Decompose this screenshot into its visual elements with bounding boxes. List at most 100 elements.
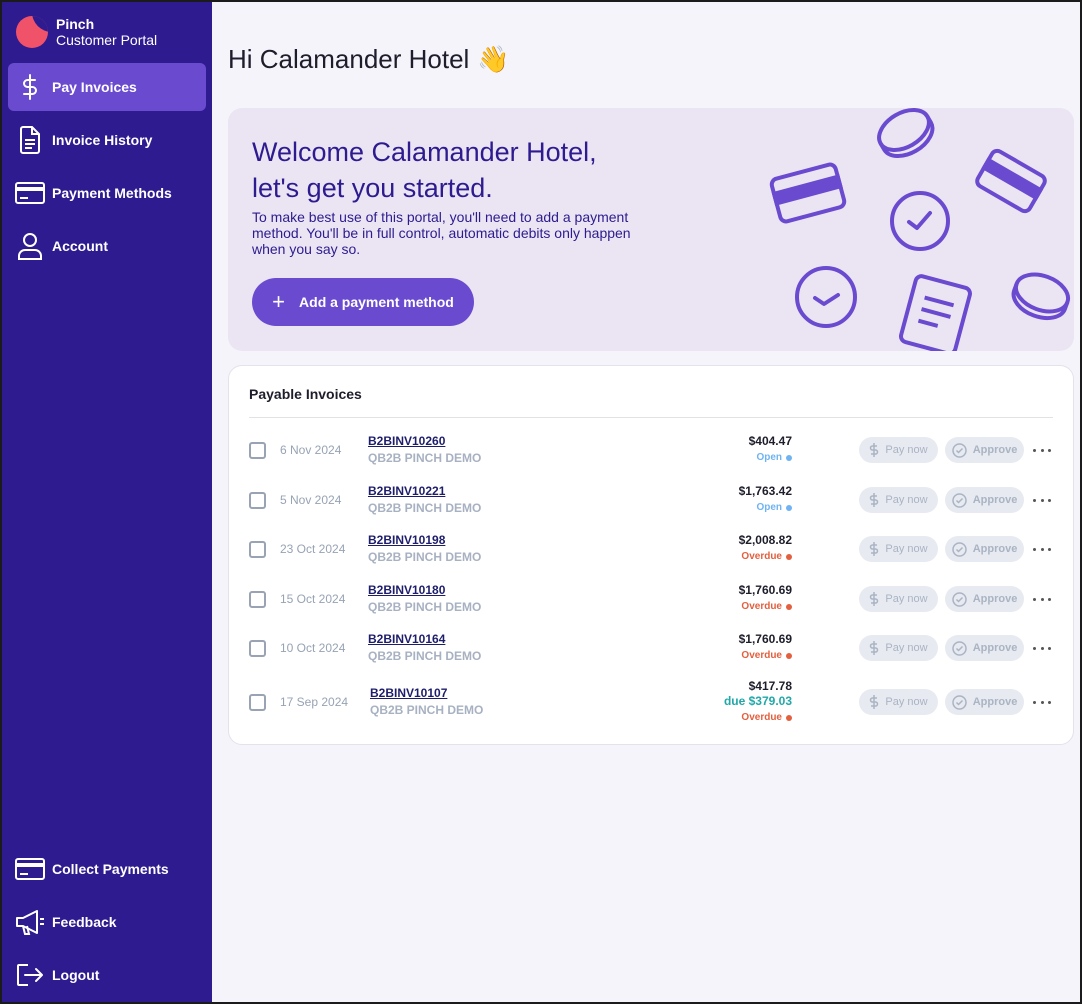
pay-now-label: Pay now [885, 593, 928, 605]
check-circle-icon [951, 694, 967, 710]
invoice-number-link[interactable]: B2BINV10260 [368, 434, 445, 448]
pay-now-label: Pay now [885, 642, 928, 654]
welcome-title-line2: let's get you started. [252, 173, 493, 203]
nav-pay-invoices[interactable]: Pay Invoices [8, 63, 206, 111]
invoice-date: 15 Oct 2024 [280, 592, 346, 606]
page-title: Hi Calamander Hotel [228, 44, 470, 74]
invoice-number-link[interactable]: B2BINV10164 [368, 632, 445, 646]
credit-card-icon [8, 858, 52, 880]
row-checkbox[interactable] [249, 591, 266, 608]
pay-now-button[interactable]: Pay now [859, 536, 938, 562]
card-title: Payable Invoices [249, 386, 362, 402]
dollar-icon [8, 74, 52, 100]
table-row: 5 Nov 2024 B2BINV10221 QB2B PINCH DEMO $… [229, 477, 1075, 527]
approve-button[interactable]: Approve [945, 586, 1024, 612]
invoice-number-link[interactable]: B2BINV10221 [368, 484, 445, 498]
brand-subtitle: Customer Portal [56, 32, 158, 48]
nav-logout[interactable]: Logout [8, 951, 206, 999]
row-checkbox[interactable] [249, 541, 266, 558]
status-dot-icon [786, 553, 792, 560]
invoice-company: QB2B PINCH DEMO [370, 703, 484, 717]
status-label: Open [756, 502, 782, 513]
invoice-number-link[interactable]: B2BINV10107 [370, 686, 447, 700]
invoice-amount: $2,008.82 [738, 533, 792, 547]
invoice-amount: $417.78 [748, 679, 792, 693]
payable-invoices-card: Payable Invoices 6 Nov 2024 B2BINV10260 … [228, 365, 1074, 745]
invoice-number-link[interactable]: B2BINV10180 [368, 583, 445, 597]
dollar-icon [869, 442, 879, 458]
pinch-logo-icon [16, 16, 48, 48]
nav-feedback[interactable]: Feedback [8, 898, 206, 946]
dollar-icon [869, 492, 879, 508]
approve-label: Approve [972, 543, 1018, 555]
status-label: Overdue [741, 650, 782, 661]
status-dot-icon [786, 714, 792, 721]
status-label: Overdue [741, 551, 782, 562]
pay-now-label: Pay now [885, 494, 928, 506]
nav-payment-methods[interactable]: Payment Methods [8, 169, 206, 217]
more-options-icon[interactable] [1033, 641, 1051, 655]
more-options-icon[interactable] [1033, 542, 1051, 556]
brand-name: Pinch [56, 16, 95, 32]
welcome-body: To make best use of this portal, you'll … [252, 209, 631, 257]
brand[interactable]: Pinch Customer Portal [16, 16, 157, 48]
row-checkbox[interactable] [249, 492, 266, 509]
nav-account[interactable]: Account [8, 222, 206, 270]
nav-label: Feedback [52, 914, 117, 930]
more-options-icon[interactable] [1033, 695, 1051, 709]
status-badge: Overdue [741, 650, 792, 661]
nav-collect-payments[interactable]: Collect Payments [8, 845, 206, 893]
nav-invoice-history[interactable]: Invoice History [8, 116, 206, 164]
approve-button[interactable]: Approve [945, 487, 1024, 513]
more-options-icon[interactable] [1033, 592, 1051, 606]
table-row: 15 Oct 2024 B2BINV10180 QB2B PINCH DEMO … [229, 576, 1075, 626]
invoice-company: QB2B PINCH DEMO [368, 550, 482, 564]
pay-now-button[interactable]: Pay now [859, 586, 938, 612]
status-badge: Open [756, 452, 792, 463]
approve-button[interactable]: Approve [945, 689, 1024, 715]
invoice-date: 5 Nov 2024 [280, 493, 342, 507]
more-options-icon[interactable] [1033, 493, 1051, 507]
dollar-icon [869, 694, 879, 710]
row-checkbox[interactable] [249, 694, 266, 711]
more-options-icon[interactable] [1033, 443, 1051, 457]
check-circle-icon [951, 541, 967, 557]
invoice-company: QB2B PINCH DEMO [368, 649, 482, 663]
pay-now-button[interactable]: Pay now [859, 635, 938, 661]
payment-illustration-icon [769, 108, 1071, 351]
invoice-number-link[interactable]: B2BINV10198 [368, 533, 445, 547]
dollar-icon [869, 640, 879, 656]
nav-label: Account [52, 238, 108, 254]
add-payment-method-label: Add a payment method [299, 294, 454, 310]
table-row: 23 Oct 2024 B2BINV10198 QB2B PINCH DEMO … [229, 526, 1075, 576]
credit-card-icon [8, 182, 52, 204]
logout-icon [8, 963, 52, 987]
table-row: 10 Oct 2024 B2BINV10164 QB2B PINCH DEMO … [229, 625, 1075, 675]
status-dot-icon [786, 454, 792, 461]
divider [249, 417, 1053, 418]
dollar-icon [869, 541, 879, 557]
status-badge: Overdue [741, 712, 792, 723]
check-circle-icon [951, 442, 967, 458]
row-checkbox[interactable] [249, 442, 266, 459]
approve-button[interactable]: Approve [945, 536, 1024, 562]
invoice-date: 6 Nov 2024 [280, 443, 342, 457]
row-checkbox[interactable] [249, 640, 266, 657]
check-circle-icon [951, 591, 967, 607]
add-payment-method-button[interactable]: + Add a payment method [252, 278, 474, 326]
approve-label: Approve [972, 444, 1018, 456]
status-dot-icon [786, 603, 792, 610]
approve-button[interactable]: Approve [945, 437, 1024, 463]
approve-button[interactable]: Approve [945, 635, 1024, 661]
invoice-company: QB2B PINCH DEMO [368, 451, 482, 465]
pay-now-button[interactable]: Pay now [859, 437, 938, 463]
nav-label: Pay Invoices [52, 79, 137, 95]
pay-now-button[interactable]: Pay now [859, 487, 938, 513]
invoice-date: 17 Sep 2024 [280, 695, 349, 709]
main-content: Hi Calamander Hotel 👋 Welcome Calamander… [212, 2, 1082, 1002]
pay-now-button[interactable]: Pay now [859, 689, 938, 715]
invoice-company: QB2B PINCH DEMO [368, 600, 482, 614]
pay-now-label: Pay now [885, 696, 928, 708]
status-badge: Overdue [741, 601, 792, 612]
invoice-company: QB2B PINCH DEMO [368, 501, 482, 515]
